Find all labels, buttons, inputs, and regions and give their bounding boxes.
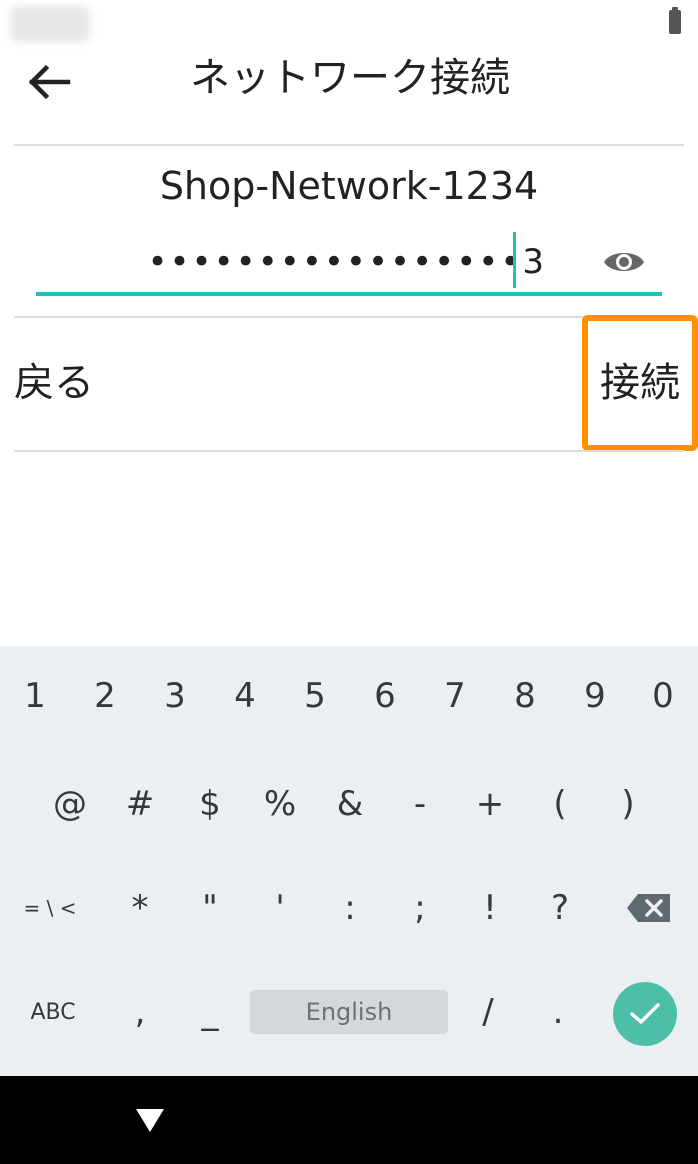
key-at[interactable]: @ bbox=[35, 754, 105, 854]
key-double-quote[interactable]: " bbox=[175, 858, 245, 958]
key-underscore[interactable]: _ bbox=[175, 962, 245, 1062]
key-question[interactable]: ? bbox=[525, 858, 595, 958]
keyboard-row-symbols-1: @ # $ % & - + ( ) bbox=[0, 754, 698, 854]
back-button[interactable] bbox=[18, 52, 78, 112]
key-asterisk[interactable]: * bbox=[105, 858, 175, 958]
key-comma[interactable]: , bbox=[105, 962, 175, 1062]
eye-icon bbox=[604, 253, 644, 271]
key-0[interactable]: 0 bbox=[628, 646, 698, 746]
backspace-key[interactable] bbox=[614, 858, 684, 958]
key-ampersand[interactable]: & bbox=[315, 754, 385, 854]
key-2[interactable]: 2 bbox=[70, 646, 140, 746]
action-divider bbox=[14, 450, 684, 452]
show-password-button[interactable] bbox=[602, 242, 646, 282]
keyboard-row-symbols-2: = \ < * " ' : ; ! ? bbox=[0, 858, 698, 958]
header-divider bbox=[14, 144, 684, 146]
key-more-symbols[interactable]: = \ < bbox=[10, 858, 90, 958]
status-bar bbox=[0, 0, 698, 44]
space-key[interactable]: English bbox=[250, 990, 448, 1034]
status-time-blurred bbox=[10, 6, 90, 42]
key-paren-open[interactable]: ( bbox=[525, 754, 595, 854]
key-minus[interactable]: - bbox=[385, 754, 455, 854]
key-single-quote[interactable]: ' bbox=[245, 858, 315, 958]
key-percent[interactable]: % bbox=[245, 754, 315, 854]
text-caret bbox=[513, 232, 516, 288]
key-7[interactable]: 7 bbox=[420, 646, 490, 746]
checkmark-icon bbox=[630, 1003, 660, 1024]
app-header: ネットワーク接続 bbox=[0, 44, 698, 144]
password-input[interactable]: •••••••••••••••••3 bbox=[96, 230, 546, 292]
arrow-left-icon bbox=[28, 64, 71, 100]
key-slash[interactable]: / bbox=[453, 962, 523, 1062]
key-5[interactable]: 5 bbox=[280, 646, 350, 746]
system-nav-bar bbox=[0, 1076, 698, 1164]
back-text-button[interactable]: 戻る bbox=[14, 348, 94, 418]
key-exclamation[interactable]: ! bbox=[455, 858, 525, 958]
backspace-icon bbox=[627, 894, 670, 922]
keyboard-row-bottom: ABC , _ English / . bbox=[0, 962, 698, 1062]
nav-back-button[interactable] bbox=[120, 1090, 180, 1150]
keyboard-row-numbers: 1 2 3 4 5 6 7 8 9 0 bbox=[0, 646, 698, 746]
key-6[interactable]: 6 bbox=[350, 646, 420, 746]
password-underline bbox=[36, 292, 662, 296]
key-plus[interactable]: + bbox=[455, 754, 525, 854]
key-dollar[interactable]: $ bbox=[175, 754, 245, 854]
key-semicolon[interactable]: ; bbox=[385, 858, 455, 958]
action-row: 戻る 接続 bbox=[0, 315, 698, 451]
key-8[interactable]: 8 bbox=[490, 646, 560, 746]
key-period[interactable]: . bbox=[523, 962, 593, 1062]
key-colon[interactable]: : bbox=[315, 858, 385, 958]
key-paren-close[interactable]: ) bbox=[593, 754, 663, 854]
connect-button[interactable]: 接続 bbox=[582, 315, 698, 451]
enter-key[interactable] bbox=[613, 982, 677, 1046]
network-ssid: Shop-Network-1234 bbox=[159, 164, 539, 208]
key-hash[interactable]: # bbox=[105, 754, 175, 854]
key-abc-switch[interactable]: ABC bbox=[10, 962, 96, 1062]
key-3[interactable]: 3 bbox=[140, 646, 210, 746]
key-1[interactable]: 1 bbox=[0, 646, 70, 746]
page-title: ネットワーク接続 bbox=[190, 55, 510, 101]
keyboard: 1 2 3 4 5 6 7 8 9 0 @ # $ % & - + ( ) = … bbox=[0, 646, 698, 1076]
battery-icon bbox=[669, 7, 681, 34]
key-4[interactable]: 4 bbox=[210, 646, 280, 746]
key-9[interactable]: 9 bbox=[560, 646, 630, 746]
triangle-down-icon bbox=[136, 1109, 164, 1132]
password-field[interactable]: •••••••••••••••••3 bbox=[36, 230, 662, 296]
